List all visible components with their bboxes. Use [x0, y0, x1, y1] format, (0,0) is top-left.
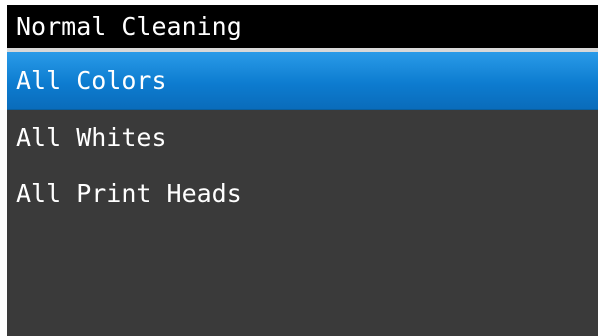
page-title: Normal Cleaning [7, 5, 598, 48]
menu-item-all-colors[interactable]: All Colors [7, 52, 598, 110]
lcd-screen: Normal Cleaning All Colors All Whites Al… [0, 0, 604, 336]
menu-item-all-print-heads[interactable]: All Print Heads [7, 166, 598, 222]
menu-panel: Normal Cleaning All Colors All Whites Al… [7, 5, 598, 336]
menu-list: All Colors All Whites All Print Heads [7, 52, 598, 222]
menu-item-all-whites[interactable]: All Whites [7, 110, 598, 166]
